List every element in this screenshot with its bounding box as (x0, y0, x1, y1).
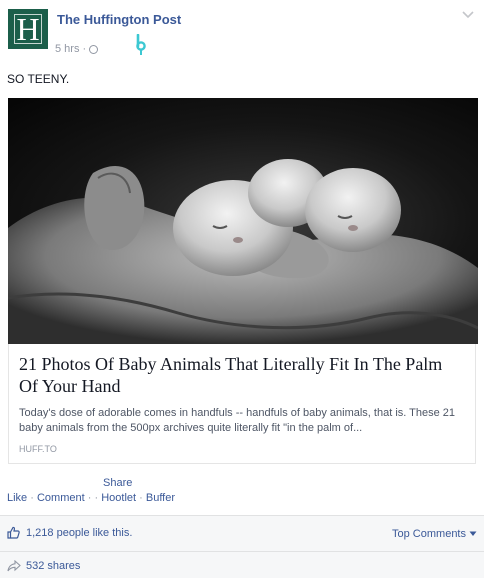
like-button[interactable]: Like (7, 492, 27, 504)
link-title[interactable]: 21 Photos Of Baby Animals That Literally… (19, 353, 459, 397)
link-preview-image[interactable] (8, 98, 478, 344)
post-caption: SO TEENY. (7, 72, 70, 86)
link-domain: HUFF.TO (19, 444, 57, 454)
chevron-down-icon[interactable] (462, 11, 474, 19)
share-arrow-icon (7, 560, 21, 572)
page-name-link[interactable]: The Huffington Post (57, 12, 181, 27)
logo-letter: H (14, 13, 42, 45)
hootlet-button[interactable]: Hootlet (101, 492, 136, 504)
globe-icon[interactable] (89, 44, 99, 54)
hootlet-icon[interactable] (135, 34, 147, 56)
link-preview-card[interactable]: 21 Photos Of Baby Animals That Literally… (8, 98, 478, 464)
meta-separator: · (82, 43, 87, 55)
action-separator: · (94, 492, 99, 504)
page-avatar[interactable]: H (8, 9, 48, 49)
baby-animals-photo (8, 159, 478, 344)
divider (0, 551, 484, 552)
post-actions: Like · Comment · · Hootlet · Buffer (7, 492, 175, 504)
share-button[interactable]: Share (103, 477, 132, 489)
post-meta: 5 hrs · (55, 43, 99, 55)
likes-row: 1,218 people like this. (7, 526, 132, 539)
comment-button[interactable]: Comment (37, 492, 85, 504)
post-header: H The Huffington Post 5 hrs · (8, 9, 478, 59)
shares-row[interactable]: 532 shares (7, 560, 80, 572)
link-description: Today's dose of adorable comes in handfu… (19, 407, 456, 434)
action-separator: · (139, 492, 143, 504)
action-separator: · (87, 492, 92, 504)
action-separator: · (30, 492, 34, 504)
likes-count-link[interactable]: 1,218 people like this. (26, 527, 132, 539)
thumbs-up-icon (7, 526, 20, 539)
top-comments-dropdown[interactable]: Top Comments (392, 528, 477, 540)
top-comments-label: Top Comments (392, 528, 466, 540)
buffer-button[interactable]: Buffer (146, 492, 175, 504)
shares-count-link[interactable]: 532 shares (26, 560, 80, 572)
feedback-panel: 1,218 people like this. Top Comments 532… (0, 515, 484, 578)
caret-down-icon (469, 531, 477, 536)
post-timestamp[interactable]: 5 hrs (55, 43, 79, 55)
